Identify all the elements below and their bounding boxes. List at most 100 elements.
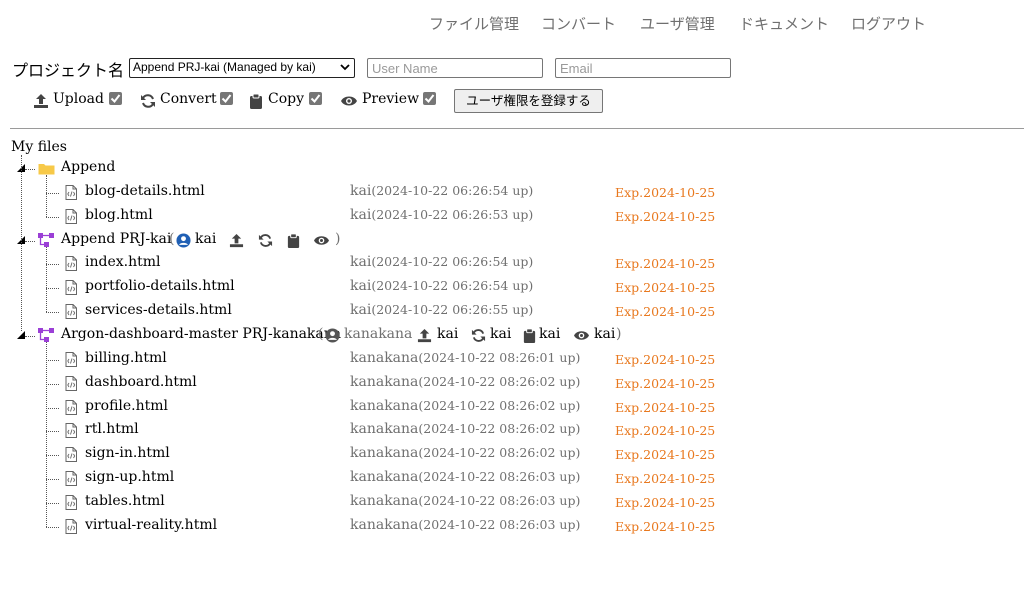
expiry-date: Exp.2024-10-25 bbox=[615, 208, 716, 224]
expiry-date: Exp.2024-10-25 bbox=[615, 399, 716, 415]
file-name[interactable]: sign-up.html bbox=[85, 469, 174, 485]
tree-connector bbox=[46, 192, 59, 194]
upload-timestamp: (2024-10-22 08:26:03 up) bbox=[418, 469, 581, 485]
user-circle-icon bbox=[325, 328, 340, 343]
tree-connector bbox=[46, 359, 59, 361]
folder-icon bbox=[38, 164, 55, 175]
upload-timestamp: (2024-10-22 08:26:01 up) bbox=[418, 349, 581, 365]
file-owner: kanakana(2024-10-22 08:26:03 up) bbox=[350, 517, 580, 533]
owner-name: kai bbox=[350, 182, 372, 199]
owner-name: kanakana bbox=[350, 421, 419, 438]
tree-connector bbox=[46, 264, 59, 266]
file-name[interactable]: virtual-reality.html bbox=[85, 517, 217, 533]
owner-name: kanakana bbox=[350, 349, 419, 366]
upload-timestamp: (2024-10-22 06:26:54 up) bbox=[371, 278, 534, 294]
clipboard-icon bbox=[523, 328, 536, 343]
html-file-icon bbox=[65, 471, 77, 487]
expiry-date: Exp.2024-10-25 bbox=[615, 423, 716, 439]
file-name[interactable]: portfolio-details.html bbox=[85, 278, 235, 294]
file-name[interactable]: services-details.html bbox=[85, 302, 232, 318]
expand-toggle-icon bbox=[17, 330, 25, 339]
html-file-icon bbox=[65, 280, 77, 296]
folder-label[interactable]: Argon-dashboard-master PRJ-kanakana bbox=[61, 326, 341, 342]
file-name[interactable]: sign-in.html bbox=[85, 445, 170, 461]
paren-open: ( bbox=[169, 230, 175, 247]
expiry-date: Exp.2024-10-25 bbox=[615, 256, 716, 272]
user-circle-icon bbox=[176, 233, 191, 248]
owner-name: kanakana bbox=[350, 397, 419, 414]
file-owner: kai(2024-10-22 06:26:54 up) bbox=[350, 254, 533, 270]
upload-timestamp: (2024-10-22 08:26:03 up) bbox=[418, 492, 581, 508]
upload-timestamp: (2024-10-22 06:26:54 up) bbox=[371, 182, 534, 198]
folder-label[interactable]: Append PRJ-kai bbox=[61, 231, 171, 247]
file-name[interactable]: tables.html bbox=[85, 493, 165, 509]
expiry-date: Exp.2024-10-25 bbox=[615, 447, 716, 463]
owner-name: kanakana bbox=[350, 516, 419, 533]
html-file-icon bbox=[65, 447, 77, 463]
eye-icon bbox=[574, 331, 589, 340]
file-owner: kai(2024-10-22 06:26:54 up) bbox=[350, 278, 533, 294]
upload-timestamp: (2024-10-22 08:26:02 up) bbox=[418, 421, 581, 437]
tree-connector bbox=[46, 175, 47, 217]
tree-connector bbox=[46, 216, 59, 218]
tree-connector bbox=[46, 246, 47, 313]
permission-user-convert: kai bbox=[490, 325, 512, 342]
tree-connector bbox=[46, 502, 59, 504]
project-tree-icon bbox=[38, 232, 54, 247]
html-file-icon bbox=[65, 423, 77, 439]
upload-timestamp: (2024-10-22 06:26:55 up) bbox=[371, 302, 534, 318]
file-name[interactable]: rtl.html bbox=[85, 421, 139, 437]
permission-user-copy: kai bbox=[539, 325, 561, 342]
tree-connector bbox=[46, 407, 59, 409]
upload-timestamp: (2024-10-22 06:26:54 up) bbox=[371, 254, 534, 270]
upload-timestamp: (2024-10-22 08:26:02 up) bbox=[418, 445, 581, 461]
upload-timestamp: (2024-10-22 06:26:53 up) bbox=[371, 206, 534, 222]
html-file-icon bbox=[65, 518, 77, 534]
expiry-date: Exp.2024-10-25 bbox=[615, 280, 716, 296]
html-file-icon bbox=[65, 304, 77, 320]
refresh-icon bbox=[471, 329, 486, 342]
tree-connector bbox=[25, 169, 35, 170]
file-owner: kanakana(2024-10-22 08:26:02 up) bbox=[350, 398, 580, 414]
owner-name: kanakana bbox=[350, 445, 419, 462]
file-name[interactable]: blog.html bbox=[85, 207, 153, 223]
folder-label[interactable]: Append bbox=[61, 159, 115, 175]
expiry-date: Exp.2024-10-25 bbox=[615, 351, 716, 367]
html-file-icon bbox=[65, 351, 77, 367]
owner-name: kai bbox=[350, 254, 372, 271]
expiry-date: Exp.2024-10-25 bbox=[615, 518, 716, 534]
project-manager: kanakana bbox=[344, 325, 413, 342]
permission-user-preview: kai bbox=[594, 325, 616, 342]
html-file-icon bbox=[65, 184, 77, 200]
tree-connector bbox=[46, 455, 59, 457]
tree-connector bbox=[46, 431, 59, 433]
expiry-date: Exp.2024-10-25 bbox=[615, 494, 716, 510]
file-owner: kanakana(2024-10-22 08:26:01 up) bbox=[350, 350, 580, 366]
owner-name: kanakana bbox=[350, 469, 419, 486]
tree-connector bbox=[46, 341, 47, 527]
file-owner: kanakana(2024-10-22 08:26:02 up) bbox=[350, 445, 580, 461]
tree-connector bbox=[46, 312, 59, 314]
expiry-date: Exp.2024-10-25 bbox=[615, 471, 716, 487]
paren-close: ) bbox=[335, 230, 341, 247]
project-manager: kai bbox=[195, 230, 217, 247]
file-owner: kanakana(2024-10-22 08:26:02 up) bbox=[350, 374, 580, 390]
html-file-icon bbox=[65, 256, 77, 272]
file-owner: kai(2024-10-22 06:26:53 up) bbox=[350, 207, 533, 223]
file-tree: Append blog-details.html kai(2024-10-22 06… bbox=[0, 0, 1024, 594]
file-name[interactable]: dashboard.html bbox=[85, 374, 197, 390]
file-owner: kai(2024-10-22 06:26:55 up) bbox=[350, 302, 533, 318]
owner-name: kai bbox=[350, 302, 372, 319]
tree-connector bbox=[25, 335, 35, 337]
file-name[interactable]: index.html bbox=[85, 254, 160, 270]
owner-name: kai bbox=[350, 206, 372, 223]
file-name[interactable]: billing.html bbox=[85, 350, 167, 366]
expiry-date: Exp.2024-10-25 bbox=[615, 375, 716, 391]
upload-timestamp: (2024-10-22 08:26:03 up) bbox=[418, 516, 581, 532]
file-owner: kanakana(2024-10-22 08:26:02 up) bbox=[350, 421, 580, 437]
tree-connector bbox=[25, 240, 35, 242]
file-name[interactable]: blog-details.html bbox=[85, 183, 205, 199]
paren-close: ) bbox=[616, 325, 622, 342]
clipboard-icon bbox=[287, 233, 300, 248]
file-name[interactable]: profile.html bbox=[85, 398, 168, 414]
